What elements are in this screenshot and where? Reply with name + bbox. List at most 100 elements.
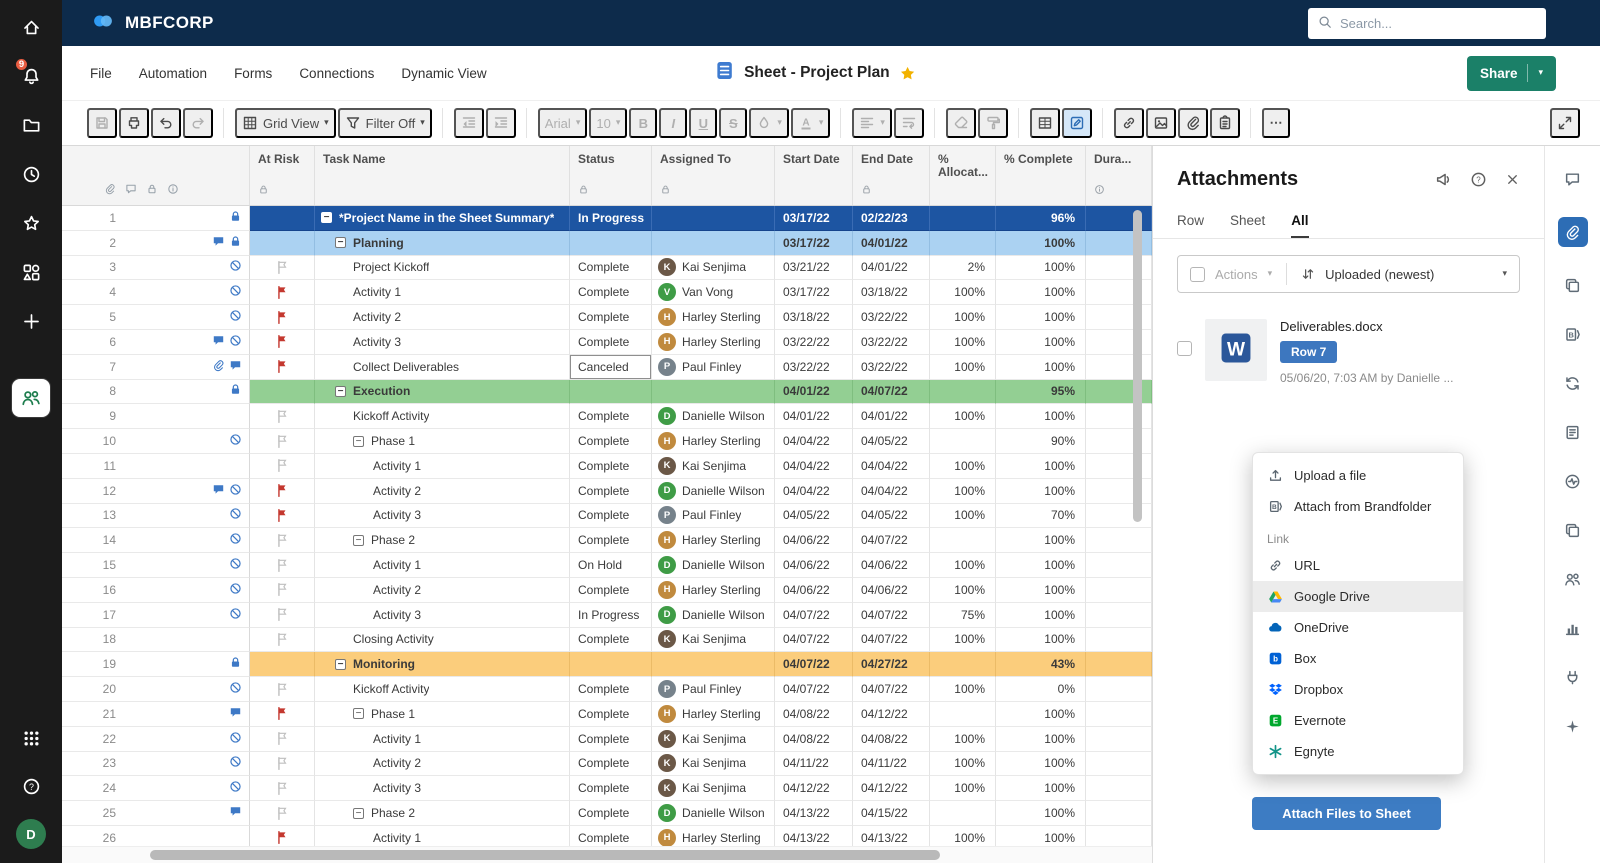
assigned-to-cell[interactable]: HHarley Sterling bbox=[652, 429, 775, 454]
at-risk-cell[interactable] bbox=[250, 355, 315, 380]
row-number-cell[interactable]: 2 bbox=[62, 231, 250, 256]
end-date-cell[interactable]: 04/07/22 bbox=[853, 380, 930, 405]
row-number-cell[interactable]: 3 bbox=[62, 256, 250, 281]
percent-complete-cell[interactable]: 100% bbox=[996, 752, 1086, 777]
status-cell[interactable]: Complete bbox=[570, 479, 652, 504]
attach-menu-item-url[interactable]: URL bbox=[1253, 550, 1463, 581]
grid-view-dropdown[interactable]: Grid View▾ bbox=[235, 108, 336, 138]
task-name-cell[interactable]: Activity 2 bbox=[315, 479, 570, 504]
at-risk-cell[interactable] bbox=[250, 429, 315, 454]
duration-cell[interactable] bbox=[1086, 826, 1152, 846]
end-date-cell[interactable]: 04/01/22 bbox=[853, 231, 930, 256]
attachment-list-item[interactable]: W Deliverables.docx Row 7 05/06/20, 7:03… bbox=[1177, 319, 1520, 385]
duration-cell[interactable] bbox=[1086, 603, 1152, 628]
status-cell[interactable]: Complete bbox=[570, 628, 652, 653]
at-risk-cell[interactable] bbox=[250, 826, 315, 846]
end-date-cell[interactable]: 04/06/22 bbox=[853, 553, 930, 578]
percent-allocated-cell[interactable] bbox=[930, 702, 996, 727]
status-cell[interactable]: In Progress bbox=[570, 206, 652, 231]
at-risk-flag-icon[interactable] bbox=[275, 508, 290, 523]
highlight-changes-button[interactable] bbox=[1062, 108, 1092, 138]
percent-allocated-cell[interactable] bbox=[930, 380, 996, 405]
comment-indicator-icon[interactable] bbox=[212, 483, 225, 499]
percent-complete-cell[interactable]: 95% bbox=[996, 380, 1086, 405]
attach-menu-item-onedrive[interactable]: OneDrive bbox=[1253, 612, 1463, 643]
percent-complete-cell[interactable]: 43% bbox=[996, 652, 1086, 677]
locked-row-indicator-icon[interactable] bbox=[229, 755, 242, 771]
percent-allocated-cell[interactable] bbox=[930, 652, 996, 677]
flag-outline-icon[interactable] bbox=[275, 533, 290, 548]
sheet-summary-icon[interactable] bbox=[1558, 617, 1588, 639]
horizontal-scrollbar-thumb[interactable] bbox=[150, 850, 940, 860]
status-cell[interactable]: Complete bbox=[570, 504, 652, 529]
at-risk-cell[interactable] bbox=[250, 578, 315, 603]
duration-cell[interactable] bbox=[1086, 256, 1152, 281]
flag-outline-icon[interactable] bbox=[275, 458, 290, 473]
at-risk-cell[interactable] bbox=[250, 280, 315, 305]
attachments-icon[interactable] bbox=[1558, 217, 1588, 247]
task-name-cell[interactable]: Activity 1 bbox=[315, 280, 570, 305]
percent-complete-cell[interactable]: 100% bbox=[996, 256, 1086, 281]
font-size-select[interactable]: 10▾ bbox=[589, 108, 627, 138]
percent-allocated-cell[interactable]: 100% bbox=[930, 330, 996, 355]
locked-row-indicator-icon[interactable] bbox=[229, 557, 242, 573]
task-name-cell[interactable]: −Phase 2 bbox=[315, 528, 570, 553]
column-header-dura[interactable]: Dura... bbox=[1086, 146, 1152, 205]
tab-sheet[interactable]: Sheet bbox=[1230, 205, 1265, 238]
start-date-cell[interactable]: 04/07/22 bbox=[775, 603, 853, 628]
percent-complete-cell[interactable]: 100% bbox=[996, 330, 1086, 355]
end-date-cell[interactable]: 04/27/22 bbox=[853, 652, 930, 677]
task-name-cell[interactable]: −Monitoring bbox=[315, 652, 570, 677]
status-cell[interactable] bbox=[570, 380, 652, 405]
status-cell[interactable]: Complete bbox=[570, 677, 652, 702]
task-name-cell[interactable]: Collect Deliverables bbox=[315, 355, 570, 380]
duration-cell[interactable] bbox=[1086, 454, 1152, 479]
start-date-cell[interactable]: 04/07/22 bbox=[775, 628, 853, 653]
favorites-icon[interactable] bbox=[12, 210, 50, 236]
status-cell[interactable] bbox=[570, 652, 652, 677]
attach-file-button[interactable] bbox=[1178, 108, 1208, 138]
row-number-cell[interactable]: 11 bbox=[62, 454, 250, 479]
more-options-button[interactable]: ⋯ bbox=[1262, 108, 1290, 138]
column-header-task-name[interactable]: Task Name bbox=[315, 146, 570, 205]
end-date-cell[interactable]: 04/04/22 bbox=[853, 479, 930, 504]
locked-row-indicator-icon[interactable] bbox=[229, 780, 242, 796]
task-name-cell[interactable]: −*Project Name in the Sheet Summary* bbox=[315, 206, 570, 231]
lock-indicator-icon[interactable] bbox=[229, 235, 242, 251]
status-cell[interactable]: Complete bbox=[570, 578, 652, 603]
duration-cell[interactable] bbox=[1086, 553, 1152, 578]
end-date-cell[interactable]: 04/06/22 bbox=[853, 578, 930, 603]
start-date-cell[interactable]: 04/04/22 bbox=[775, 454, 853, 479]
task-name-cell[interactable]: Kickoff Activity bbox=[315, 677, 570, 702]
task-name-cell[interactable]: Activity 3 bbox=[315, 603, 570, 628]
assigned-to-cell[interactable]: DDanielle Wilson bbox=[652, 404, 775, 429]
at-risk-cell[interactable] bbox=[250, 256, 315, 281]
assigned-to-cell[interactable]: HHarley Sterling bbox=[652, 578, 775, 603]
assigned-to-cell[interactable] bbox=[652, 206, 775, 231]
start-date-cell[interactable]: 04/08/22 bbox=[775, 702, 853, 727]
collapse-toggle[interactable]: − bbox=[353, 436, 364, 447]
at-risk-cell[interactable] bbox=[250, 603, 315, 628]
task-name-cell[interactable]: −Execution bbox=[315, 380, 570, 405]
assigned-to-cell[interactable]: PPaul Finley bbox=[652, 677, 775, 702]
home-icon[interactable] bbox=[12, 14, 50, 40]
favorite-star-icon[interactable] bbox=[899, 65, 916, 82]
menu-automation[interactable]: Automation bbox=[139, 66, 207, 81]
menu-file[interactable]: File bbox=[90, 66, 112, 81]
percent-allocated-cell[interactable]: 100% bbox=[930, 479, 996, 504]
start-date-cell[interactable]: 03/21/22 bbox=[775, 256, 853, 281]
percent-complete-cell[interactable]: 0% bbox=[996, 677, 1086, 702]
row-number-cell[interactable]: 8 bbox=[62, 380, 250, 405]
browse-icon[interactable] bbox=[12, 259, 50, 285]
text-color-button[interactable]: A▾ bbox=[791, 108, 831, 138]
collapse-toggle[interactable]: − bbox=[335, 659, 346, 670]
undo-icon[interactable] bbox=[151, 108, 181, 138]
print-icon[interactable] bbox=[119, 108, 149, 138]
save-icon[interactable] bbox=[87, 108, 117, 138]
percent-allocated-cell[interactable] bbox=[930, 231, 996, 256]
locked-row-indicator-icon[interactable] bbox=[229, 433, 242, 449]
start-date-cell[interactable]: 03/22/22 bbox=[775, 355, 853, 380]
attach-menu-item-egnyte[interactable]: Egnyte bbox=[1253, 736, 1463, 767]
flag-outline-icon[interactable] bbox=[275, 632, 290, 647]
collapse-toggle[interactable]: − bbox=[353, 535, 364, 546]
